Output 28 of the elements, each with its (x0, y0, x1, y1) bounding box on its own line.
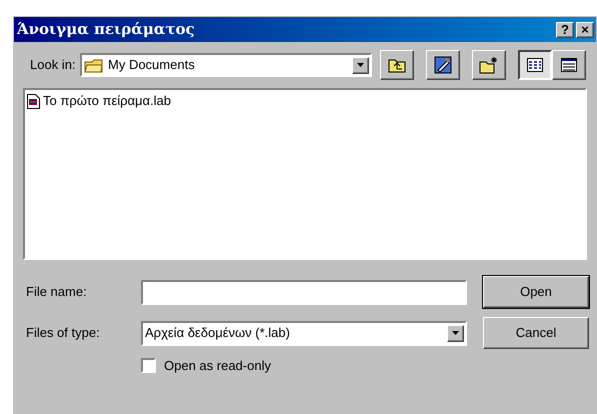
list-view-icon (527, 58, 543, 72)
read-only-label: Open as read-only (164, 357, 271, 375)
window-title: Άνοιγμα πειράματος (17, 19, 195, 40)
caret-icon (452, 331, 459, 335)
toolbar-button[interactable] (518, 50, 552, 80)
file-name-field[interactable] (141, 280, 467, 304)
caret-icon (357, 63, 364, 67)
cancel-button[interactable]: Cancel (483, 317, 589, 349)
help-button[interactable]: ? (556, 22, 574, 38)
file-type-value: Αρχεία δεδομένων (*.lab) (145, 324, 290, 342)
close-button[interactable]: × (576, 22, 594, 38)
file-name-label: File name: (26, 283, 88, 302)
new-folder-icon (479, 56, 499, 74)
desktop-icon (434, 56, 452, 74)
document-icon (27, 94, 40, 108)
file-item[interactable]: Το πρώτο πείραμα.lab (27, 92, 583, 110)
look-in-dropdown[interactable]: My Documents (80, 53, 372, 77)
file-type-dropdown[interactable]: Αρχεία δεδομένων (*.lab) (141, 320, 467, 346)
file-type-label: Files of type: (26, 324, 101, 342)
dropdown-button[interactable] (352, 56, 369, 74)
read-only-checkbox[interactable] (141, 358, 156, 374)
look-in-label: Look in: (30, 56, 77, 74)
dropdown-button[interactable] (447, 324, 464, 342)
open-button[interactable]: Open (483, 276, 589, 308)
look-in-value: My Documents (108, 56, 195, 74)
folder-up-icon (388, 57, 406, 73)
details-view-icon (561, 58, 577, 72)
folder-icon (84, 57, 104, 73)
